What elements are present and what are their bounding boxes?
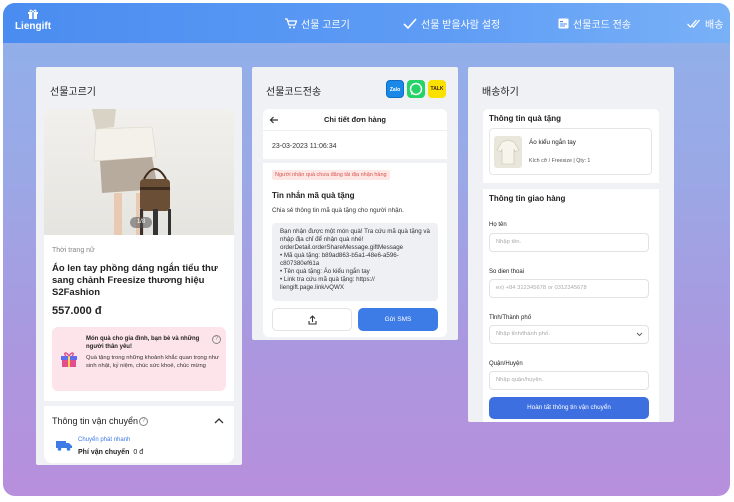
send-sms-button[interactable]: Gửi SMS — [358, 308, 438, 331]
card-title: 배송하기 — [482, 87, 519, 98]
phone-input[interactable]: ex) +84 312345678 or 0312345678 — [489, 279, 649, 298]
order-detail-panel: Chi tiết đơn hàng 23-03-2023 11:06:34 Ng… — [263, 109, 447, 337]
submit-shipping-button[interactable]: Hoàn tất thông tin vận chuyển — [489, 397, 649, 419]
nav-label: 배송 — [705, 20, 724, 31]
nav-label: 선물코드 전송 — [573, 20, 631, 31]
product-image[interactable]: 1/8 — [44, 109, 234, 235]
shipping-method: Chuyển phát nhanh — [78, 437, 131, 443]
section-title: Thông tin giao hàng — [489, 194, 566, 203]
top-bar: Liengift 선물 고르기 선물 받을사람 설정 선물코드 전송 배송 — [3, 3, 730, 43]
double-check-icon — [687, 19, 700, 28]
whatsapp-icon[interactable] — [407, 80, 425, 98]
nav-delivery[interactable]: 배송 — [687, 16, 723, 31]
logo-text: Liengift — [14, 21, 52, 32]
pick-gift-card: 선물고르기 1/8 Thời trang nữ Áo len tay phồng… — [36, 67, 242, 465]
shipping-fee-label: Phí vận chuyển — [78, 449, 130, 456]
gift-thumbnail — [494, 136, 522, 168]
zalo-icon[interactable]: Zalo — [386, 80, 404, 98]
delivery-info-section: Thông tin giao hàng Họ tên Nhập tên. So … — [483, 189, 659, 422]
card-title: 선물코드전송 — [266, 87, 322, 98]
blouse-illustration — [496, 139, 520, 165]
phone-label: So dien thoai — [489, 269, 525, 275]
product-name: Áo len tay phồng dáng ngắn tiểu thư sang… — [52, 263, 218, 298]
share-button[interactable] — [272, 308, 352, 331]
back-arrow-icon[interactable] — [269, 115, 279, 125]
card-icon — [558, 18, 569, 29]
gift-message-box[interactable]: Bạn nhận được một món quà! Tra cứu mã qu… — [272, 223, 438, 301]
gift-logo-icon — [28, 9, 38, 19]
check-icon — [403, 18, 417, 29]
district-label: Quận/Huyện — [489, 361, 523, 367]
logo[interactable]: Liengift — [13, 9, 53, 39]
shipping-fee: Phí vận chuyển 0 đ — [78, 449, 143, 456]
shipping-fee-value: 0 đ — [133, 449, 144, 456]
message-description: Chia sẻ thông tin mã quà tặng cho người … — [272, 207, 404, 214]
gift-info-section: Thông tin quà tặng Áo kiểu ngắn tay Kích… — [483, 109, 659, 183]
gift-box-icon — [61, 352, 77, 367]
section-divider — [44, 401, 234, 406]
section-divider — [263, 159, 447, 163]
app-frame: Liengift 선물 고르기 선물 받을사람 설정 선물코드 전송 배송 선물… — [3, 3, 730, 496]
nav-label: 선물 받을사람 설정 — [421, 20, 501, 31]
message-title: Tin nhắn mã quà tặng — [272, 191, 355, 200]
product-category: Thời trang nữ — [52, 247, 95, 254]
name-label: Họ tên — [489, 222, 507, 228]
nav-label: 선물 고르기 — [301, 20, 350, 31]
shipping-help-icon[interactable]: ? — [139, 417, 148, 426]
cart-icon — [285, 18, 297, 29]
delivery-card: 배송하기 Thông tin quà tặng Áo kiểu ngắn tay… — [468, 67, 674, 422]
kakaotalk-icon[interactable]: TALK — [428, 80, 446, 98]
share-apps: Zalo TALK — [386, 80, 446, 98]
promo-title: Món quà cho gia đình, bạn bè và những ng… — [86, 336, 200, 350]
section-title: Thông tin quà tặng — [489, 114, 561, 123]
image-pager: 1/8 — [130, 217, 152, 228]
help-icon[interactable]: ? — [212, 335, 221, 344]
product-card[interactable]: 1/8 Thời trang nữ Áo len tay phồng dáng … — [44, 109, 234, 463]
share-icon — [308, 315, 317, 325]
warning-badge: Người nhận quà chưa đăng tải địa nhận hà… — [272, 170, 390, 180]
nav-send-code[interactable]: 선물코드 전송 — [558, 16, 631, 31]
send-code-card: 선물코드전송 Zalo TALK Chi tiết đơn hàng 23-03… — [252, 67, 458, 340]
order-date: 23-03-2023 11:06:34 — [272, 143, 337, 150]
gift-promo-banner: Món quà cho gia đình, bạn bè và những ng… — [52, 327, 226, 391]
chevron-down-icon — [636, 332, 643, 337]
gift-options: Kích cỡ / Freesize | Qty: 1 — [529, 158, 591, 164]
whatsapp-glyph-icon — [409, 82, 423, 96]
card-title: 선물고르기 — [50, 87, 96, 98]
nav-pick-gift[interactable]: 선물 고르기 — [285, 16, 350, 31]
order-header: Chi tiết đơn hàng — [263, 109, 447, 131]
chevron-up-icon[interactable] — [214, 417, 224, 425]
province-label: Tỉnh/Thành phố — [489, 315, 532, 321]
name-input[interactable]: Nhập tên. — [489, 233, 649, 252]
district-input[interactable]: Nhập quận/huyện. — [489, 371, 649, 390]
truck-icon — [56, 441, 72, 451]
nav-set-recipient[interactable]: 선물 받을사람 설정 — [403, 16, 500, 31]
province-select[interactable]: Nhập tỉnh/thành phố. — [489, 325, 649, 344]
product-price: 557.000 đ — [52, 305, 102, 317]
shipping-title: Thông tin vận chuyển — [52, 416, 139, 426]
promo-description: Quà tặng trong những khoảnh khắc quan tr… — [86, 355, 219, 369]
gift-item: Áo kiểu ngắn tay Kích cỡ / Freesize | Qt… — [489, 128, 652, 175]
gift-name: Áo kiểu ngắn tay — [529, 139, 576, 146]
province-placeholder: Nhập tỉnh/thành phố. — [496, 331, 550, 337]
